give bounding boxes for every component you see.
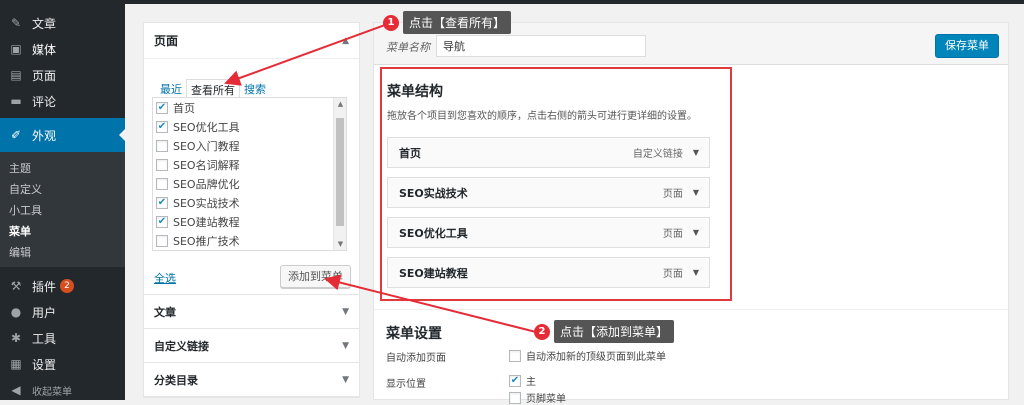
annotation-callout-1: 1 点击【查看所有】 <box>383 11 512 34</box>
annotation-arrows <box>224 24 537 333</box>
annotation-text: 点击【添加到菜单】 <box>554 320 675 343</box>
annotation-text: 点击【查看所有】 <box>403 11 512 34</box>
annotation-callout-2: 2 点击【添加到菜单】 <box>534 320 675 343</box>
step-number-badge: 1 <box>383 14 399 31</box>
arrow-to-add-button <box>324 274 537 333</box>
step-number-badge: 2 <box>534 323 550 340</box>
arrow-to-view-all <box>224 24 386 86</box>
